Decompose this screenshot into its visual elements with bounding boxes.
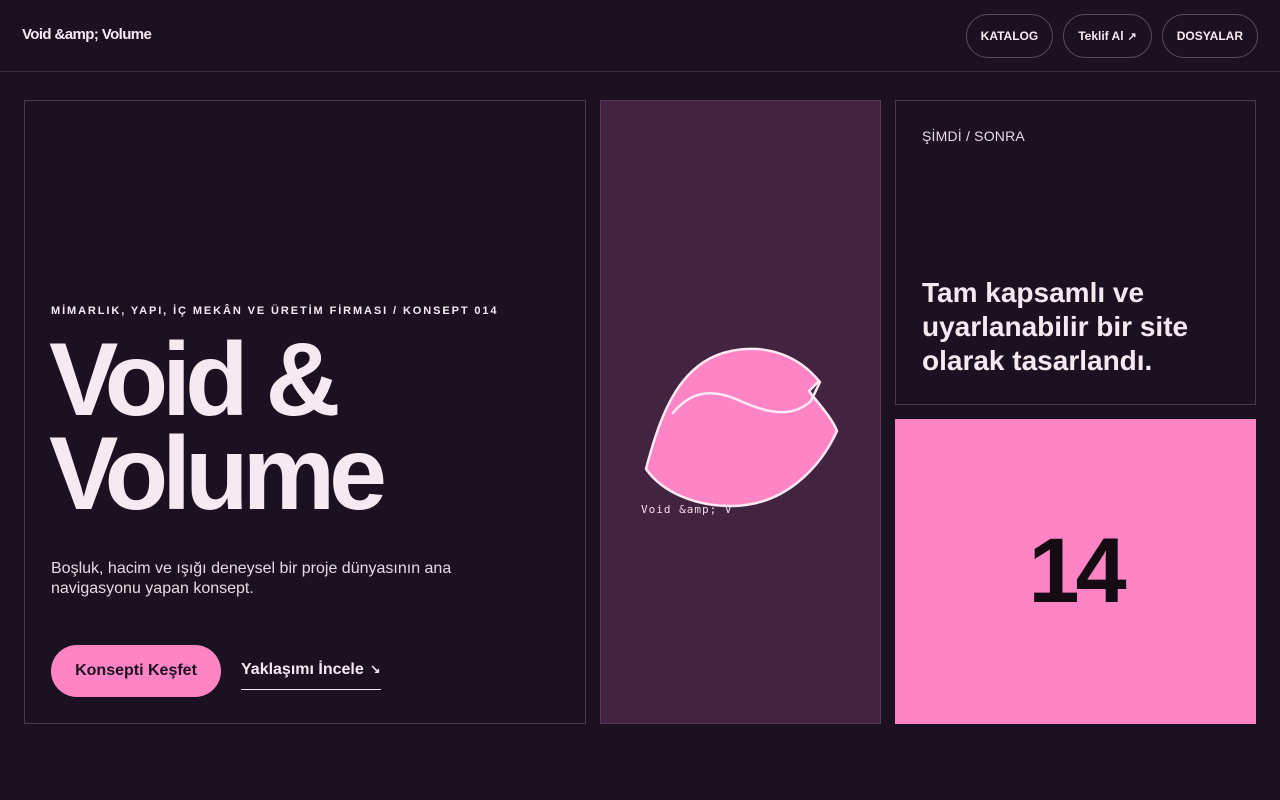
review-approach-link[interactable]: Yaklaşımı İncele ↘: [241, 661, 381, 690]
info-statement: Tam kapsamlı ve uyarlanabilir bir site o…: [922, 277, 1189, 376]
visual-caption: Void &amp; V: [641, 503, 733, 516]
blob-shape-illustration: [644, 347, 839, 508]
main-nav: KATALOG Teklif Al ↗ DOSYALAR: [965, 14, 1258, 58]
hero-title: Void & Volume: [49, 328, 569, 526]
nav-teklif-al-label: Teklif Al: [1078, 29, 1124, 43]
now-next-label: ŞİMDİ / SONRA: [922, 128, 1025, 144]
arrow-up-right-icon: ↗: [1127, 30, 1137, 43]
nav-katalog-label: KATALOG: [980, 29, 1039, 43]
pink-blob-shape: [644, 347, 839, 508]
hero-card: MİMARLIK, YAPI, İÇ MEKÂN VE ÜRETİM FİRMA…: [24, 100, 586, 724]
nav-dosyalar-label: DOSYALAR: [1176, 29, 1243, 43]
nav-dosyalar-button[interactable]: DOSYALAR: [1161, 14, 1258, 58]
hero-title-line-2: Volume: [49, 416, 387, 532]
explore-concept-button[interactable]: Konsepti Keşfet: [51, 645, 221, 697]
arrow-down-right-icon: ↘: [369, 662, 381, 677]
visual-card: Void &amp; V: [600, 100, 881, 724]
nav-teklif-al-button[interactable]: Teklif Al ↗: [1063, 14, 1152, 58]
review-approach-label: Yaklaşımı İncele: [241, 661, 364, 678]
info-card: ŞİMDİ / SONRA Tam kapsamlı ve uyarlanabi…: [895, 100, 1256, 405]
top-navigation-bar: Void &amp; Volume KATALOG Teklif Al ↗ DO…: [0, 0, 1280, 72]
counter-value: 14: [1028, 520, 1126, 622]
site-logo[interactable]: Void &amp; Volume: [22, 26, 152, 43]
hero-eyebrow: MİMARLIK, YAPI, İÇ MEKÂN VE ÜRETİM FİRMA…: [51, 305, 499, 317]
counter-card: 14: [895, 419, 1256, 724]
hero-description: Boşluk, hacim ve ışığı deneysel bir proj…: [51, 560, 452, 597]
nav-katalog-button[interactable]: KATALOG: [965, 14, 1054, 58]
